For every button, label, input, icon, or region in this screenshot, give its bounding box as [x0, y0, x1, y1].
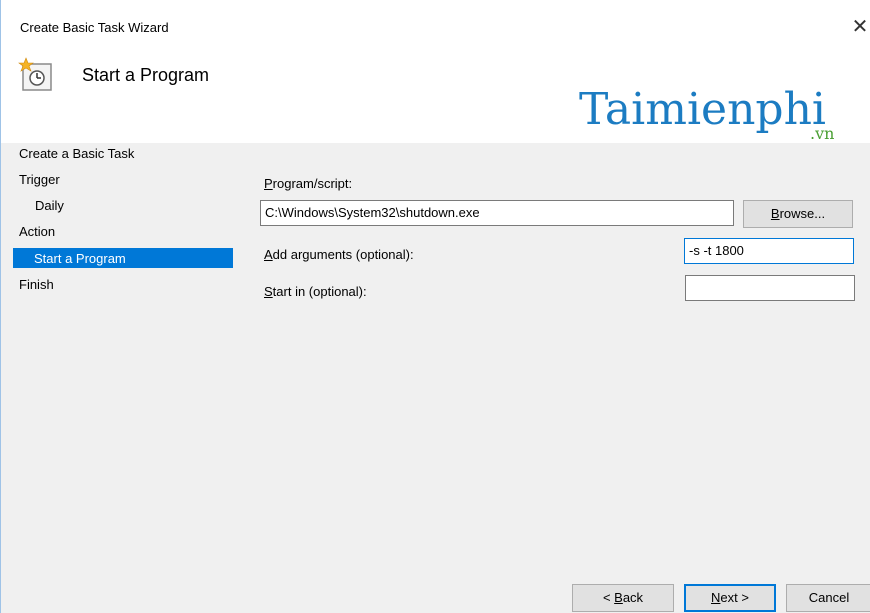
program-script-input[interactable]: C:\Windows\System32\shutdown.exe — [260, 200, 734, 226]
cancel-button[interactable]: Cancel — [786, 584, 870, 612]
logo-sub-text: .vn — [810, 124, 835, 143]
add-arguments-input[interactable]: -s -t 1800 — [684, 238, 854, 264]
add-arguments-label: Add arguments (optional): — [264, 247, 414, 262]
scheduled-task-icon — [18, 57, 52, 91]
start-in-label: Start in (optional): — [264, 284, 367, 299]
nav-item-action[interactable]: Action — [19, 224, 55, 239]
logo-main-text: Taimienphi — [579, 84, 826, 135]
nav-item-create-basic-task[interactable]: Create a Basic Task — [19, 146, 134, 161]
title-bar: Create Basic Task Wizard ✕ — [1, 0, 870, 40]
start-in-input[interactable] — [685, 275, 855, 301]
nav-item-trigger[interactable]: Trigger — [19, 172, 60, 187]
nav-item-daily[interactable]: Daily — [35, 198, 64, 213]
browse-button[interactable]: Browse... — [743, 200, 853, 228]
wizard-window: Create Basic Task Wizard ✕ Start a Progr… — [0, 0, 870, 613]
wizard-header: Start a Program Taimienphi .vn — [1, 40, 870, 143]
nav-item-finish[interactable]: Finish — [19, 277, 54, 292]
nav-item-start-program[interactable]: Start a Program — [34, 251, 126, 266]
close-icon[interactable]: ✕ — [847, 14, 870, 40]
watermark-logo: Taimienphi .vn — [555, 80, 865, 143]
next-button[interactable]: Next > — [684, 584, 776, 612]
back-button[interactable]: < Back — [572, 584, 674, 612]
program-script-label: Program/script: — [264, 176, 353, 191]
page-title: Start a Program — [82, 65, 210, 85]
window-title: Create Basic Task Wizard — [20, 20, 169, 35]
